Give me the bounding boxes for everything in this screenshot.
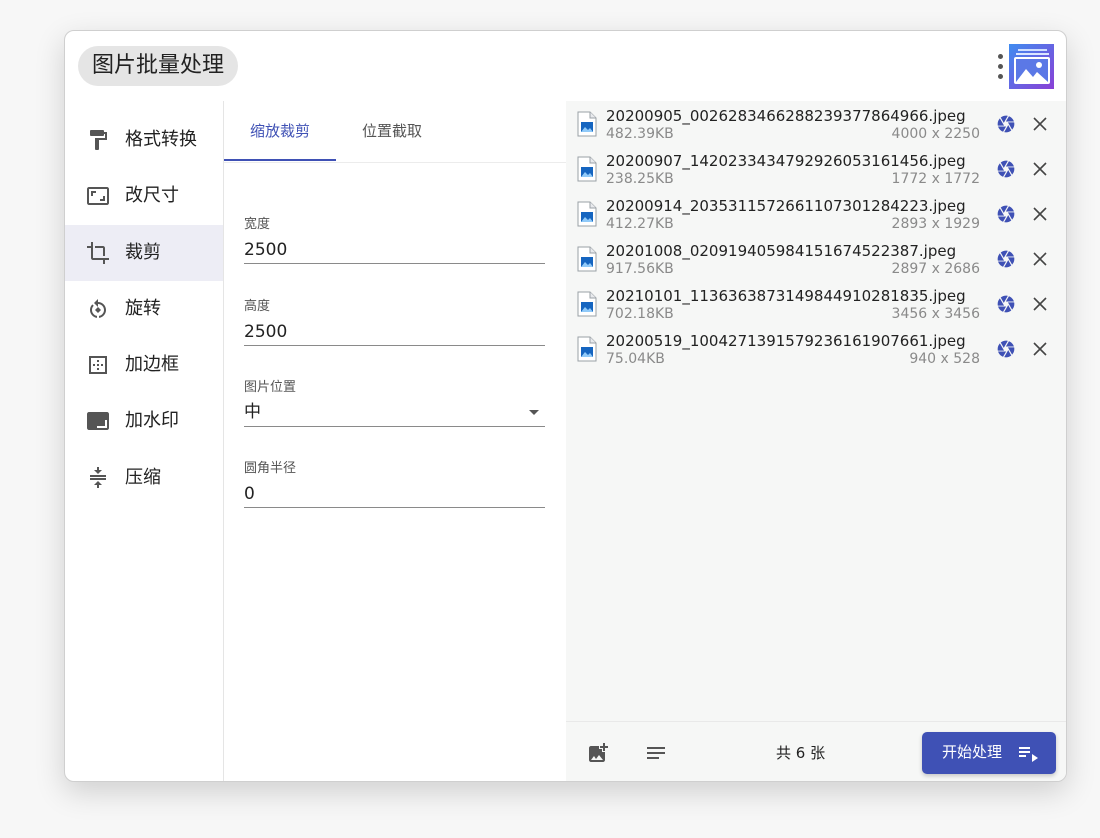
app-window: 图片批量处理 格式转换 改尺寸 裁剪 旋转 加边框 加水印 压缩 缩放裁剪 位置… xyxy=(64,30,1067,782)
remove-file-icon[interactable] xyxy=(1032,296,1048,312)
tab-scale-crop[interactable]: 缩放裁剪 xyxy=(224,101,336,163)
file-row: 20200914_2035311572661107301284223.jpeg 4… xyxy=(566,192,1066,237)
file-dimensions: 2897 x 2686 xyxy=(891,261,980,277)
sidebar-item-border[interactable]: 加边框 xyxy=(65,337,223,393)
radius-input[interactable] xyxy=(244,478,545,508)
height-input[interactable] xyxy=(244,316,545,346)
dropdown-arrow-icon xyxy=(529,410,539,415)
file-dimensions: 2893 x 1929 xyxy=(891,216,980,232)
compress-icon xyxy=(90,467,106,488)
app-logo-icon xyxy=(1009,44,1054,89)
aperture-icon[interactable] xyxy=(996,339,1016,359)
image-file-icon xyxy=(577,201,597,227)
aperture-icon[interactable] xyxy=(996,294,1016,314)
file-size: 75.04KB xyxy=(606,351,665,367)
app-title: 图片批量处理 xyxy=(78,46,239,86)
border-icon xyxy=(89,356,107,374)
position-label: 图片位置 xyxy=(244,380,297,395)
height-field: 高度 xyxy=(244,298,545,346)
position-value: 中 xyxy=(244,402,261,422)
image-file-icon xyxy=(577,156,597,182)
height-label: 高度 xyxy=(244,299,271,314)
sidebar-item-label: 加水印 xyxy=(125,410,179,431)
radius-field: 圆角半径 xyxy=(244,460,545,508)
file-row: 20200905_0026283466288239377864966.jpeg 4… xyxy=(566,102,1066,147)
file-name: 20200519_1004271391579236161907661.jpeg xyxy=(606,332,966,350)
width-label: 宽度 xyxy=(244,217,271,232)
width-input[interactable] xyxy=(244,234,545,264)
file-dimensions: 940 x 528 xyxy=(909,351,980,367)
sidebar-item-compress[interactable]: 压缩 xyxy=(65,450,223,506)
sidebar-item-label: 旋转 xyxy=(125,298,161,319)
sidebar-item-rotate[interactable]: 旋转 xyxy=(65,281,223,337)
sidebar-item-label: 加边框 xyxy=(125,354,179,375)
sort-list-icon[interactable] xyxy=(644,741,668,765)
file-dimensions: 4000 x 2250 xyxy=(891,126,980,142)
image-file-icon xyxy=(577,291,597,317)
aspect-ratio-icon xyxy=(87,187,109,205)
file-row: 20200519_1004271391579236161907661.jpeg 7… xyxy=(566,327,1066,372)
tab-position-crop[interactable]: 位置截取 xyxy=(336,101,448,163)
file-size: 702.18KB xyxy=(606,306,674,322)
file-panel: 20200905_0026283466288239377864966.jpeg 4… xyxy=(566,101,1066,781)
sidebar-item-label: 改尺寸 xyxy=(125,185,179,206)
app-header: 图片批量处理 xyxy=(65,31,1066,101)
sidebar-item-resize[interactable]: 改尺寸 xyxy=(65,168,223,224)
file-size: 917.56KB xyxy=(606,261,674,277)
sidebar-item-watermark[interactable]: 加水印 xyxy=(65,393,223,449)
start-processing-button[interactable]: 开始处理 xyxy=(922,732,1056,774)
start-processing-label: 开始处理 xyxy=(942,743,1003,761)
aperture-icon[interactable] xyxy=(996,159,1016,179)
width-field: 宽度 xyxy=(244,216,545,264)
sidebar-item-label: 压缩 xyxy=(125,467,161,488)
tab-bar: 缩放裁剪 位置截取 xyxy=(224,101,566,163)
remove-file-icon[interactable] xyxy=(1032,341,1048,357)
aperture-icon[interactable] xyxy=(996,249,1016,269)
aperture-icon[interactable] xyxy=(996,114,1016,134)
file-dimensions: 3456 x 3456 xyxy=(891,306,980,322)
playlist-play-icon xyxy=(1019,747,1038,762)
position-select[interactable]: 中 xyxy=(244,397,545,427)
more-menu-icon[interactable] xyxy=(994,53,1006,81)
tab-indicator xyxy=(224,159,336,161)
file-row: 20210101_1136363873149844910281835.jpeg 7… xyxy=(566,282,1066,327)
add-image-icon[interactable] xyxy=(586,741,610,765)
file-name: 20200914_2035311572661107301284223.jpeg xyxy=(606,197,966,215)
file-size: 412.27KB xyxy=(606,216,674,232)
radius-label: 圆角半径 xyxy=(244,461,297,476)
aperture-icon[interactable] xyxy=(996,204,1016,224)
image-file-icon xyxy=(577,336,597,362)
sidebar-item-crop[interactable]: 裁剪 xyxy=(65,225,223,281)
sidebar: 格式转换 改尺寸 裁剪 旋转 加边框 加水印 压缩 xyxy=(65,101,224,781)
bottom-bar: 共 6 张 开始处理 xyxy=(566,721,1066,781)
sidebar-item-label: 裁剪 xyxy=(125,242,161,263)
remove-file-icon[interactable] xyxy=(1032,206,1048,222)
remove-file-icon[interactable] xyxy=(1032,251,1048,267)
file-size: 238.25KB xyxy=(606,171,674,187)
file-dimensions: 1772 x 1772 xyxy=(891,171,980,187)
options-panel: 缩放裁剪 位置截取 宽度 高度 图片位置 中 圆角半径 xyxy=(224,101,566,781)
file-count: 共 6 张 xyxy=(776,744,826,762)
rotate-icon xyxy=(89,299,106,318)
file-name: 20200907_1420233434792926053161456.jpeg xyxy=(606,152,966,170)
position-field: 图片位置 中 xyxy=(244,379,545,427)
file-name: 20200905_0026283466288239377864966.jpeg xyxy=(606,107,966,125)
file-row: 20201008_020919405984151674522387.jpeg 91… xyxy=(566,237,1066,282)
paint-roller-icon xyxy=(90,130,107,150)
remove-file-icon[interactable] xyxy=(1032,116,1048,132)
sidebar-item-format[interactable]: 格式转换 xyxy=(65,112,223,168)
image-file-icon xyxy=(577,111,597,137)
image-file-icon xyxy=(577,246,597,272)
remove-file-icon[interactable] xyxy=(1032,161,1048,177)
file-size: 482.39KB xyxy=(606,126,674,142)
sidebar-item-label: 格式转换 xyxy=(125,129,197,150)
file-name: 20210101_1136363873149844910281835.jpeg xyxy=(606,287,966,305)
file-name: 20201008_020919405984151674522387.jpeg xyxy=(606,242,957,260)
crop-icon xyxy=(87,242,109,264)
file-row: 20200907_1420233434792926053161456.jpeg 2… xyxy=(566,147,1066,192)
watermark-icon xyxy=(87,412,109,430)
